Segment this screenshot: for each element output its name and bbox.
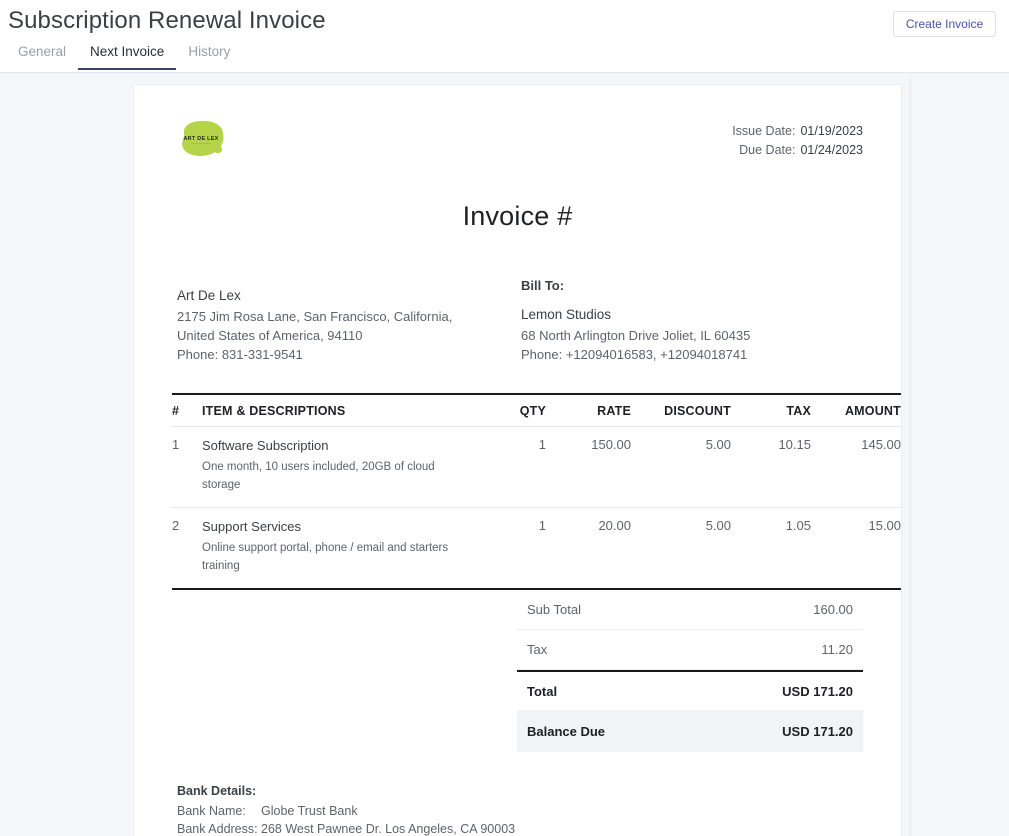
col-header-index: # (172, 394, 202, 427)
invoice-heading: Invoice # (172, 201, 863, 232)
right-rail-divider (910, 73, 911, 836)
bank-address-label: Bank Address: (177, 820, 261, 836)
row-index: 2 (172, 508, 202, 590)
row-rate: 20.00 (546, 508, 631, 590)
row-rate: 150.00 (546, 427, 631, 508)
bill-to-address: 68 North Arlington Drive Joliet, IL 6043… (521, 326, 851, 345)
bill-to-label: Bill To: (521, 276, 851, 295)
balance-due-row: Balance Due USD 171.20 (517, 710, 863, 752)
bill-to-name: Lemon Studios (521, 304, 851, 326)
row-item-title: Support Services (202, 518, 478, 536)
tab-next-invoice[interactable]: Next Invoice (78, 43, 176, 70)
tab-bar: General Next Invoice History (6, 43, 242, 70)
table-row: 2 Support Services Online support portal… (172, 508, 901, 590)
bank-name-label: Bank Name: (177, 802, 261, 821)
row-item-description: Online support portal, phone / email and… (202, 539, 454, 575)
parties-section: Art De Lex 2175 Jim Rosa Lane, San Franc… (172, 276, 863, 368)
tab-general[interactable]: General (6, 43, 78, 70)
totals-section: Sub Total 160.00 Tax 11.20 Total USD 171… (517, 590, 863, 752)
bank-name-value: Globe Trust Bank (261, 802, 358, 821)
table-row: 1 Software Subscription One month, 10 us… (172, 427, 901, 508)
row-item-cell: Software Subscription One month, 10 user… (202, 427, 478, 508)
issue-date-value: 01/19/2023 (800, 124, 863, 138)
page-title: Subscription Renewal Invoice (8, 7, 326, 35)
bill-to-block: Bill To: Lemon Studios 68 North Arlingto… (521, 276, 851, 364)
tax-value: 11.20 (821, 642, 853, 657)
create-invoice-button[interactable]: Create Invoice (893, 11, 996, 37)
row-amount: 15.00 (811, 508, 901, 590)
total-value: USD 171.20 (782, 684, 853, 699)
balance-due-value: USD 171.20 (782, 724, 853, 739)
line-items-head: # ITEM & DESCRIPTIONS QTY RATE DISCOUNT … (172, 394, 901, 427)
subtotal-value: 160.00 (813, 602, 853, 617)
col-header-qty: QTY (478, 394, 546, 427)
svg-text:ART DE LEX: ART DE LEX (183, 136, 218, 142)
invoice-card-top: ART DE LEX Issue Date: 01/19/2023 Due Dat… (172, 85, 863, 193)
row-amount: 145.00 (811, 427, 901, 508)
total-row: Total USD 171.20 (517, 670, 863, 710)
balance-due-label: Balance Due (527, 724, 605, 739)
invoice-dates: Issue Date: 01/19/2023 Due Date: 01/24/202… (732, 122, 863, 160)
subtotal-label: Sub Total (527, 602, 581, 617)
tab-history[interactable]: History (176, 43, 242, 70)
bank-name-row: Bank Name: Globe Trust Bank (177, 802, 863, 821)
row-discount: 5.00 (631, 427, 731, 508)
due-date-row: Due Date: 01/24/2023 (732, 141, 863, 160)
row-tax: 1.05 (731, 508, 811, 590)
invoice-card: ART DE LEX Issue Date: 01/19/2023 Due Dat… (133, 84, 902, 836)
row-item-title: Software Subscription (202, 437, 478, 455)
col-header-discount: DISCOUNT (631, 394, 731, 427)
row-qty: 1 (478, 508, 546, 590)
row-tax: 10.15 (731, 427, 811, 508)
app-header: Subscription Renewal Invoice General Nex… (0, 0, 1009, 73)
page-body: ART DE LEX Issue Date: 01/19/2023 Due Dat… (0, 73, 1009, 836)
bank-details-section: Bank Details: Bank Name: Globe Trust Ban… (177, 782, 863, 836)
col-header-amount: AMOUNT (811, 394, 901, 427)
subtotal-row: Sub Total 160.00 (517, 590, 863, 630)
bank-details-title: Bank Details: (177, 782, 863, 801)
row-discount: 5.00 (631, 508, 731, 590)
row-item-cell: Support Services Online support portal, … (202, 508, 478, 590)
sender-name: Art De Lex (177, 285, 477, 307)
sender-address-line-1: 2175 Jim Rosa Lane, San Francisco, Calif… (177, 307, 477, 326)
company-logo-icon: ART DE LEX (177, 119, 227, 161)
table-header-row: # ITEM & DESCRIPTIONS QTY RATE DISCOUNT … (172, 394, 901, 427)
bank-address-row: Bank Address: 268 West Pawnee Dr. Los An… (177, 820, 863, 836)
bank-address-value: 268 West Pawnee Dr. Los Angeles, CA 9000… (261, 820, 515, 836)
bill-to-phone: Phone: +12094016583, +12094018741 (521, 345, 851, 364)
tax-label: Tax (527, 642, 547, 657)
col-header-tax: TAX (731, 394, 811, 427)
due-date-label: Due Date: (739, 143, 795, 157)
tax-row: Tax 11.20 (517, 630, 863, 670)
row-qty: 1 (478, 427, 546, 508)
sender-block: Art De Lex 2175 Jim Rosa Lane, San Franc… (177, 285, 477, 364)
col-header-item: ITEM & DESCRIPTIONS (202, 394, 478, 427)
row-item-description: One month, 10 users included, 20GB of cl… (202, 458, 454, 494)
issue-date-label: Issue Date: (732, 124, 795, 138)
line-items-body: 1 Software Subscription One month, 10 us… (172, 427, 901, 590)
sender-address-line-2: United States of America, 94110 (177, 326, 477, 345)
total-label: Total (527, 684, 557, 699)
due-date-value: 01/24/2023 (800, 143, 863, 157)
col-header-rate: RATE (546, 394, 631, 427)
row-index: 1 (172, 427, 202, 508)
sender-phone: Phone: 831-331-9541 (177, 345, 477, 364)
line-items-table: # ITEM & DESCRIPTIONS QTY RATE DISCOUNT … (172, 393, 901, 590)
issue-date-row: Issue Date: 01/19/2023 (732, 122, 863, 141)
